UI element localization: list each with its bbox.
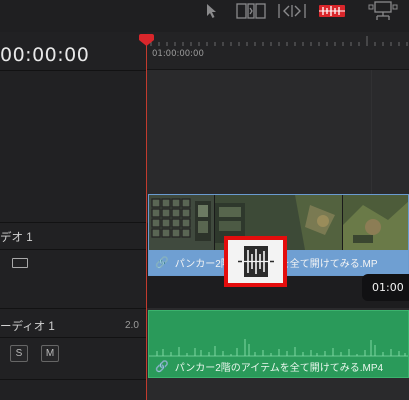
monitor-icon[interactable] <box>12 258 28 268</box>
playhead-marker-icon[interactable] <box>139 34 154 46</box>
divider <box>0 337 147 338</box>
audio-clip[interactable]: 🔗 パンカー2階のアイテムを全て開けてみる.MP4 <box>148 310 409 378</box>
ruler-ticks <box>150 36 408 46</box>
divider <box>0 379 147 380</box>
timeline-ruler[interactable]: 01:00:00:00 <box>147 32 409 70</box>
audio-track-level: 2.0 <box>125 320 139 331</box>
pointer-icon[interactable] <box>204 0 220 22</box>
highlight-box <box>224 236 287 287</box>
blade-icon[interactable] <box>318 0 346 22</box>
dynamic-trim-icon[interactable] <box>277 0 307 22</box>
timeline-toolbar <box>0 0 409 32</box>
link-icon: 🔗 <box>155 257 169 269</box>
video-track-name[interactable]: デオ 1 <box>0 229 33 245</box>
audio-clip-label: 🔗 パンカー2階のアイテムを全て開けてみる.MP4 <box>149 355 408 377</box>
solo-button[interactable]: S <box>10 345 28 362</box>
playhead-line[interactable] <box>146 40 147 400</box>
timecode-tooltip: 01:00 <box>362 274 409 301</box>
divider <box>0 222 147 223</box>
ruler-start-label: 01:00:00:00 <box>152 49 204 59</box>
timeline-timecode: 00:00:00 <box>0 44 90 66</box>
audio-waveform <box>149 339 408 357</box>
dropdown-tool-icon[interactable] <box>368 0 398 22</box>
divider <box>0 308 147 309</box>
audio-track-name[interactable]: ーディオ 1 <box>0 318 55 334</box>
clip-thumbnail <box>149 195 215 250</box>
divider <box>0 249 147 250</box>
mute-button[interactable]: M <box>41 345 59 362</box>
clip-thumbnail <box>343 195 408 250</box>
link-icon: 🔗 <box>155 360 169 373</box>
audio-clip-name: パンカー2階のアイテムを全て開けてみる.MP4 <box>174 362 384 374</box>
trim-edit-icon[interactable] <box>236 0 266 22</box>
divider <box>0 70 147 71</box>
